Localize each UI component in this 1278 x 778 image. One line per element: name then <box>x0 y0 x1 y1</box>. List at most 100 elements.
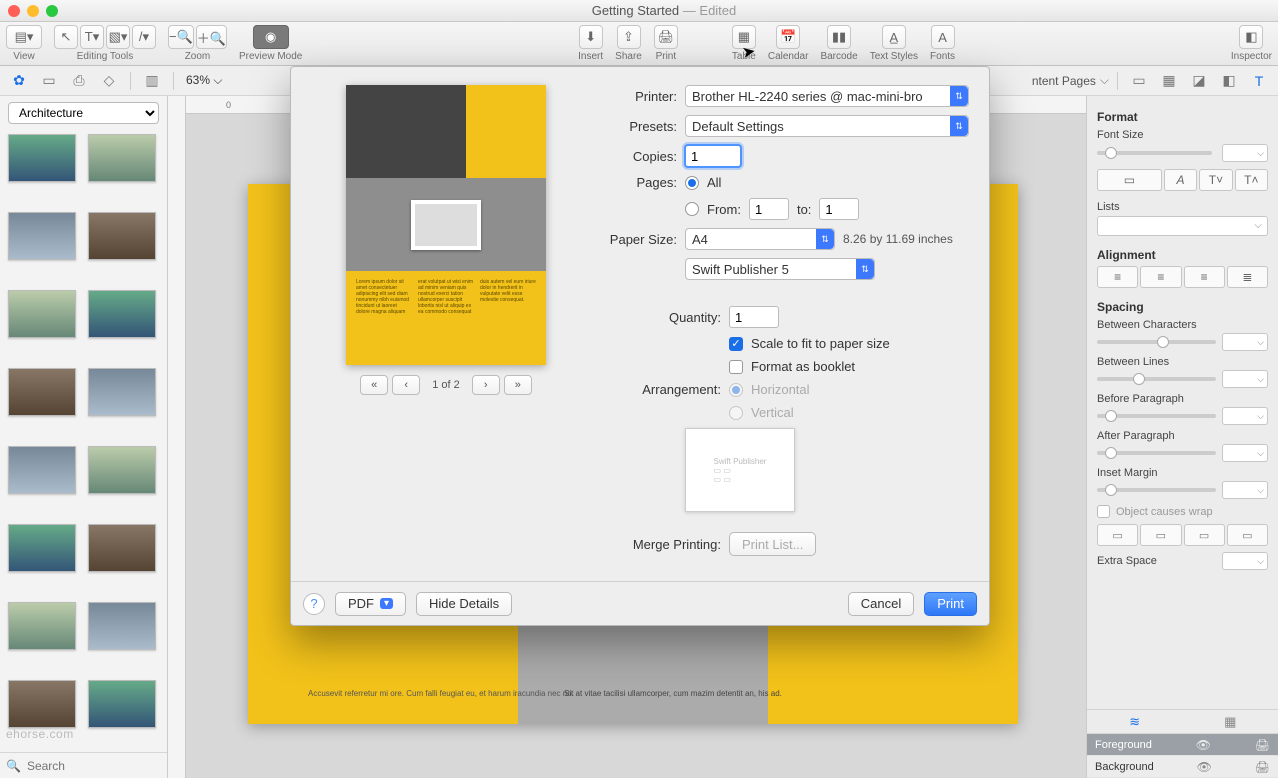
print-button[interactable]: 🖨 <box>654 25 678 49</box>
pager-next-icon[interactable]: › <box>472 375 500 395</box>
align-center-icon[interactable]: ≡ <box>1140 266 1181 288</box>
line-spacing-value[interactable] <box>1222 370 1268 388</box>
clipart-thumb[interactable] <box>88 368 156 416</box>
insp-text-icon[interactable]: T <box>1246 70 1272 92</box>
eye-icon[interactable]: 👁 <box>1197 760 1212 774</box>
content-pages-label[interactable]: ntent Pages <box>1032 74 1096 88</box>
shape-tool-icon[interactable]: ▧▾ <box>106 25 130 49</box>
hide-details-button[interactable]: Hide Details <box>416 592 512 616</box>
inset-slider[interactable] <box>1097 488 1216 492</box>
preview-mode-button[interactable]: ◉ <box>253 25 289 49</box>
pages-to-input[interactable] <box>819 198 859 220</box>
zoom-in-icon[interactable]: ＋🔍 <box>196 25 227 49</box>
pager-first-icon[interactable]: « <box>360 375 388 395</box>
insp-fill-icon[interactable]: ◧ <box>1216 70 1242 92</box>
close-window-icon[interactable] <box>8 5 20 17</box>
align-right-icon[interactable]: ≡ <box>1184 266 1225 288</box>
zoom-level[interactable]: 63% ⌵ <box>182 73 226 88</box>
clipart-thumb[interactable] <box>88 680 156 728</box>
pager-last-icon[interactable]: » <box>504 375 532 395</box>
clipart-thumb[interactable] <box>88 524 156 572</box>
font-size-slider[interactable] <box>1097 151 1212 155</box>
wrap-right-icon[interactable]: ▭ <box>1227 524 1268 546</box>
align-left-icon[interactable]: ≡ <box>1097 266 1138 288</box>
paper-size-select[interactable]: A4⇅ <box>685 228 835 250</box>
clipart-thumb[interactable] <box>88 602 156 650</box>
color-swatch[interactable]: ▭ <box>1097 169 1162 191</box>
insp-doc-icon[interactable]: ▭ <box>1126 70 1152 92</box>
clipart-thumb[interactable] <box>88 290 156 338</box>
char-spacing-value[interactable] <box>1222 333 1268 351</box>
insert-button[interactable]: ⬇ <box>579 25 603 49</box>
photos-tab-icon[interactable]: ▭ <box>36 70 62 92</box>
selection-tool-icon[interactable]: ↖ <box>54 25 78 49</box>
align-justify-icon[interactable]: ≣ <box>1227 266 1268 288</box>
pages-all-radio[interactable] <box>685 176 699 190</box>
larger-text-button[interactable]: T˄ <box>1235 169 1268 191</box>
print-confirm-button[interactable]: Print <box>924 592 977 616</box>
before-para-slider[interactable] <box>1097 414 1216 418</box>
wrap-left-icon[interactable]: ▭ <box>1140 524 1181 546</box>
text-styles-button[interactable]: A̲ <box>882 25 906 49</box>
fonts-button[interactable]: A <box>931 25 955 49</box>
pages-range-radio[interactable] <box>685 202 699 216</box>
clipart-thumb[interactable] <box>88 134 156 182</box>
clipart-thumb[interactable] <box>8 446 76 494</box>
clipart-thumb[interactable] <box>8 134 76 182</box>
zoom-out-icon[interactable]: −🔍 <box>168 25 194 49</box>
copies-input[interactable] <box>685 145 741 167</box>
table-button[interactable]: ▦ <box>732 25 756 49</box>
layers-stack-tab-icon[interactable]: ≋ <box>1087 710 1183 733</box>
line-spacing-slider[interactable] <box>1097 377 1216 381</box>
clipart-thumb[interactable] <box>8 602 76 650</box>
before-para-value[interactable] <box>1222 407 1268 425</box>
view-button[interactable]: ▤▾ <box>6 25 42 49</box>
print-visible-icon[interactable]: 🖨 <box>1255 760 1270 774</box>
share-button[interactable]: ⇪ <box>617 25 641 49</box>
inset-value[interactable] <box>1222 481 1268 499</box>
clipart-thumb[interactable] <box>8 368 76 416</box>
printer-select[interactable]: Brother HL-2240 series @ mac-mini-bro⇅ <box>685 85 969 107</box>
wrap-around-icon[interactable]: ▭ <box>1184 524 1225 546</box>
clipart-thumb[interactable] <box>8 212 76 260</box>
minimize-window-icon[interactable] <box>27 5 39 17</box>
lists-select[interactable] <box>1097 216 1268 236</box>
pages-view-icon[interactable]: ▥ <box>139 70 165 92</box>
layer-foreground[interactable]: Foreground👁🖨 <box>1087 734 1278 756</box>
print-visible-icon[interactable]: 🖨 <box>1255 738 1270 752</box>
extra-space-value[interactable] <box>1222 552 1268 570</box>
pdf-menu-button[interactable]: PDF <box>335 592 406 616</box>
char-spacing-slider[interactable] <box>1097 340 1216 344</box>
cancel-button[interactable]: Cancel <box>848 592 914 616</box>
search-input[interactable] <box>27 759 182 773</box>
zoom-window-icon[interactable] <box>46 5 58 17</box>
inspector-button[interactable]: ◧ <box>1239 25 1263 49</box>
line-tool-icon[interactable]: /▾ <box>132 25 156 49</box>
eye-icon[interactable]: 👁 <box>1196 738 1211 752</box>
calendar-button[interactable]: 📅 <box>776 25 800 49</box>
help-icon[interactable]: ? <box>303 593 325 615</box>
wrap-none-icon[interactable]: ▭ <box>1097 524 1138 546</box>
barcode-button[interactable]: ▮▮ <box>827 25 851 49</box>
layer-background[interactable]: Background👁🖨 <box>1087 756 1278 778</box>
presets-select[interactable]: Default Settings⇅ <box>685 115 969 137</box>
italic-button[interactable]: A <box>1164 169 1197 191</box>
insp-geometry-icon[interactable]: ▦ <box>1156 70 1182 92</box>
smaller-text-button[interactable]: T˅ <box>1199 169 1232 191</box>
font-size-value[interactable] <box>1222 144 1268 162</box>
text-tool-icon[interactable]: T▾ <box>80 25 104 49</box>
clipart-thumb[interactable] <box>8 290 76 338</box>
scale-fit-checkbox[interactable]: ✓ <box>729 337 743 351</box>
insp-appearance-icon[interactable]: ◪ <box>1186 70 1212 92</box>
print-list-button[interactable]: Print List... <box>729 532 816 556</box>
after-para-value[interactable] <box>1222 444 1268 462</box>
files-tab-icon[interactable]: ⎙ <box>66 70 92 92</box>
app-options-select[interactable]: Swift Publisher 5⇅ <box>685 258 875 280</box>
category-select[interactable]: Architecture <box>8 102 159 124</box>
quantity-input[interactable] <box>729 306 779 328</box>
pages-from-input[interactable] <box>749 198 789 220</box>
object-wrap-checkbox[interactable]: Object causes wrap <box>1097 505 1268 518</box>
clipart-tab-icon[interactable]: ✿ <box>6 70 32 92</box>
layers-grid-tab-icon[interactable]: ▦ <box>1183 710 1278 733</box>
clipart-thumb[interactable] <box>88 446 156 494</box>
